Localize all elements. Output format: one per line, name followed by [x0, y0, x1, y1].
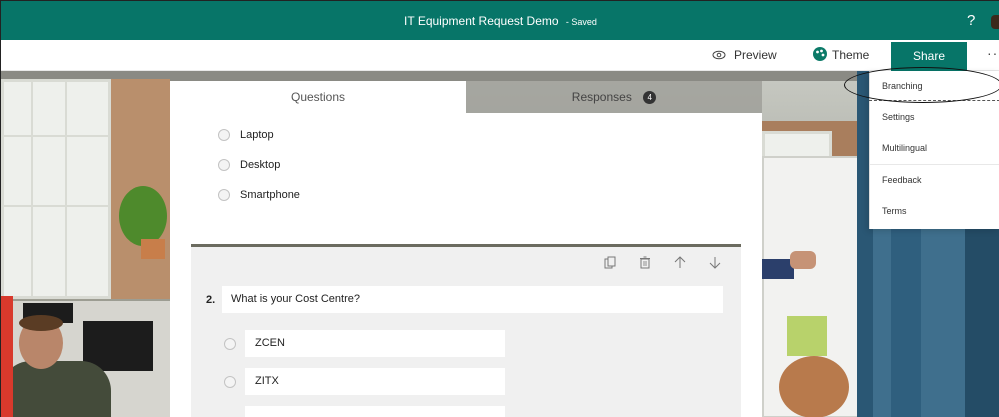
app-header: IT Equipment Request Demo - Saved ?	[1, 1, 999, 40]
option-smartphone[interactable]: Smartphone	[218, 189, 300, 201]
option-desktop[interactable]: Desktop	[218, 159, 280, 171]
responses-count-badge: 4	[643, 91, 657, 105]
tab-questions-label: Questions	[290, 90, 346, 104]
menu-item-multilingual[interactable]: Multilingual	[870, 133, 999, 164]
tab-questions[interactable]: Questions	[170, 81, 466, 113]
avatar[interactable]	[991, 15, 999, 29]
menu-item-feedback[interactable]: Feedback	[870, 165, 999, 196]
question-number: 2.	[206, 294, 216, 306]
theme-label: Theme	[832, 48, 870, 62]
radio-button[interactable]	[224, 338, 236, 350]
choice-input-zitx[interactable]: ZITX	[245, 368, 505, 395]
radio-button[interactable]	[218, 159, 230, 171]
annotation-highlight-oval	[844, 67, 999, 103]
option-label: Desktop	[240, 159, 281, 171]
more-options-button[interactable]: ···	[987, 45, 999, 61]
menu-item-settings[interactable]: Settings	[870, 102, 999, 133]
option-label: Smartphone	[240, 189, 300, 201]
move-up-icon[interactable]	[674, 256, 686, 269]
move-down-icon[interactable]	[709, 256, 721, 269]
command-bar: Preview Theme	[1, 40, 999, 71]
saved-status: - Saved	[565, 17, 597, 27]
form-title-text: IT Equipment Request Demo	[404, 14, 559, 28]
palette-icon	[813, 46, 827, 61]
choice-input-zcen[interactable]: ZCEN	[245, 330, 505, 357]
eye-icon	[712, 50, 726, 60]
choice-input[interactable]	[245, 406, 505, 417]
preview-button[interactable]: Preview	[712, 48, 777, 62]
tab-responses-label: Responses	[571, 90, 632, 104]
preview-label: Preview	[734, 48, 777, 62]
question-title-input[interactable]: What is your Cost Centre?	[222, 286, 723, 313]
radio-button[interactable]	[218, 189, 230, 201]
form-title: IT Equipment Request Demo - Saved	[1, 14, 999, 28]
menu-item-terms[interactable]: Terms	[870, 196, 999, 227]
delete-icon[interactable]	[639, 256, 651, 269]
tab-responses[interactable]: Responses 4	[466, 81, 762, 113]
option-laptop[interactable]: Laptop	[218, 129, 274, 141]
option-label: Laptop	[240, 129, 274, 141]
theme-button[interactable]: Theme	[812, 45, 869, 62]
copy-icon[interactable]	[604, 256, 616, 269]
help-button[interactable]: ?	[967, 12, 975, 29]
radio-button[interactable]	[224, 376, 236, 388]
radio-button[interactable]	[218, 129, 230, 141]
